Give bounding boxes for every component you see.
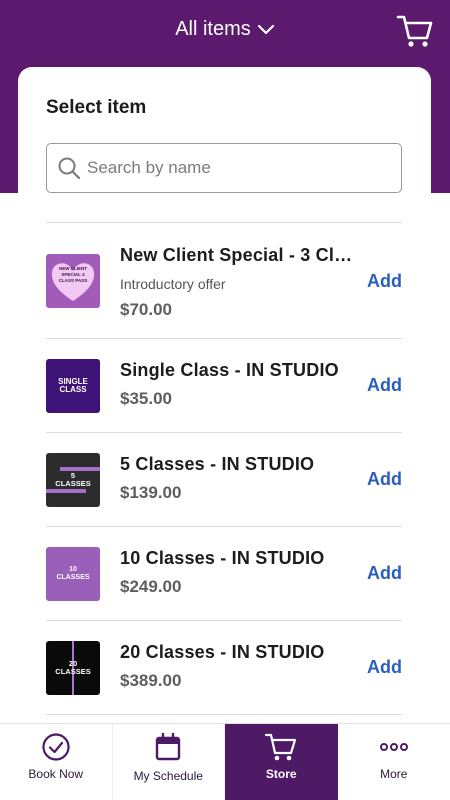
search-input[interactable]	[87, 144, 387, 192]
item-price: $139.00	[120, 483, 182, 502]
header: All items	[0, 0, 450, 64]
category-dropdown-label: All items	[175, 18, 251, 40]
category-dropdown[interactable]: All items	[0, 18, 450, 41]
add-button[interactable]: Add	[367, 563, 402, 584]
item-price: $70.00	[120, 300, 172, 319]
nav-label: More	[380, 767, 408, 781]
cart-icon	[265, 733, 297, 761]
list-item[interactable]: 20 CLASSES 20 Classes - IN STUDIO $389.0…	[46, 621, 402, 715]
thumbnail-text: NEW CLIENT SPECIAL 3 CLASS PASS	[58, 266, 88, 283]
nav-label: Book Now	[28, 767, 84, 781]
item-price: $389.00	[120, 671, 182, 690]
item-subtitle: Introductory offer	[120, 276, 226, 292]
item-name: New Client Special - 3 Class Pass	[120, 245, 360, 265]
cart-icon	[396, 15, 433, 47]
select-item-card: Select item NEW CLIENT SPECIAL 3 CLASS P…	[18, 67, 431, 727]
item-thumbnail: 5 CLASSES	[46, 453, 100, 507]
nav-label: Store	[265, 767, 297, 781]
nav-label: My Schedule	[133, 769, 203, 783]
item-thumbnail: 20 CLASSES	[46, 641, 100, 695]
calendar-icon	[156, 732, 181, 761]
nav-book-now[interactable]: Book Now	[0, 724, 113, 800]
more-dots-icon	[379, 743, 408, 751]
chevron-down-icon	[257, 24, 274, 34]
search-icon	[58, 157, 81, 180]
thumbnail-text: 20 CLASSES	[55, 659, 91, 676]
add-button[interactable]: Add	[367, 271, 402, 292]
add-button[interactable]: Add	[367, 657, 402, 678]
add-button[interactable]: Add	[367, 375, 402, 396]
thumbnail-text: 10 CLASSES	[56, 566, 90, 581]
item-thumbnail: SINGLE CLASS	[46, 359, 100, 413]
nav-store[interactable]: Store	[225, 724, 338, 800]
list-item[interactable]: NEW CLIENT SPECIAL 3 CLASS PASS New Clie…	[46, 223, 402, 339]
item-name: 20 Classes - IN STUDIO	[120, 642, 325, 662]
item-name: 5 Classes - IN STUDIO	[120, 454, 315, 474]
add-button[interactable]: Add	[367, 469, 402, 490]
list-item[interactable]: 10 CLASSES 10 Classes - IN STUDIO $249.0…	[46, 527, 402, 621]
item-price: $35.00	[120, 389, 172, 408]
check-circle-icon	[42, 733, 70, 761]
nav-my-schedule[interactable]: My Schedule	[113, 724, 225, 800]
thumbnail-text: SINGLE CLASS	[58, 377, 88, 394]
list-item[interactable]: SINGLE CLASS Single Class - IN STUDIO $3…	[46, 339, 402, 433]
item-name: 10 Classes - IN STUDIO	[120, 548, 325, 568]
item-list: NEW CLIENT SPECIAL 3 CLASS PASS New Clie…	[46, 222, 402, 715]
card-title: Select item	[46, 97, 147, 118]
item-thumbnail: 10 CLASSES	[46, 547, 100, 601]
header-cart-button[interactable]	[396, 12, 434, 50]
item-thumbnail: NEW CLIENT SPECIAL 3 CLASS PASS	[46, 254, 100, 308]
list-item[interactable]: 5 CLASSES 5 Classes - IN STUDIO $139.00 …	[46, 433, 402, 527]
item-name: Single Class - IN STUDIO	[120, 360, 339, 380]
thumbnail-text: 5 CLASSES	[55, 471, 91, 488]
search-box	[46, 143, 402, 193]
item-price: $249.00	[120, 577, 182, 596]
bottom-nav: Book Now My Schedule Store More	[0, 723, 450, 800]
nav-more[interactable]: More	[338, 724, 450, 800]
